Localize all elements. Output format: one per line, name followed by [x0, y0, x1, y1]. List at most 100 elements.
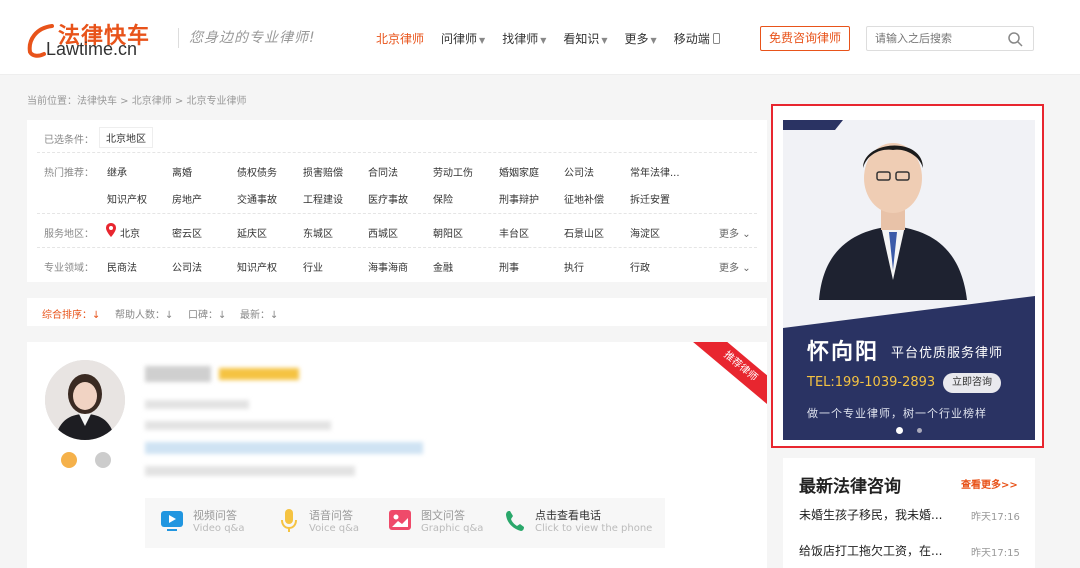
field-option[interactable]: 民商法 — [107, 259, 137, 274]
hot-option[interactable]: 工程建设 — [303, 191, 343, 206]
video-icon — [161, 511, 183, 531]
header: 法律快车 Lawtime.cn 您身边的专业律师! 北京律师 问律师 ▼ 找律师 ▼… — [0, 0, 1080, 75]
selected-tag[interactable]: 北京地区 — [99, 127, 153, 148]
lawyer-ad-banner[interactable]: 怀向阳 平台优质服务律师 TEL:199-1039-2893 立即咨询 做一个专… — [783, 120, 1035, 440]
field-option[interactable]: 海事海商 — [368, 259, 408, 274]
consult-now-button[interactable]: 立即咨询 — [943, 373, 1001, 393]
hot-option[interactable]: 公司法 — [564, 164, 594, 179]
lawyer-stats-blurred — [145, 466, 355, 476]
area-label: 服务地区： — [44, 229, 94, 240]
qa-phone[interactable]: 点击查看电话 Click to view the phone — [503, 507, 663, 541]
hot-option[interactable]: 知识产权 — [107, 191, 147, 206]
nav-item-find-lawyer[interactable]: 找律师 ▼ — [502, 30, 546, 47]
hot-option[interactable]: 医疗事故 — [368, 191, 408, 206]
area-option[interactable]: 东城区 — [303, 225, 333, 240]
latest-consult-title: 最新法律咨询 — [799, 477, 901, 497]
chevron-down-icon: ▼ — [601, 36, 608, 45]
qa-strip: 视频问答 Video q&a 语音问答 Voice q&a 图文问答 Graph… — [145, 498, 665, 548]
consult-item[interactable]: 给饭店打工拖欠工资，在... — [799, 542, 942, 559]
logo-text-en: Lawtime.cn — [46, 39, 138, 59]
banner-slogan: 做一个专业律师，树一个行业榜样 — [807, 407, 987, 420]
qa-video[interactable]: 视频问答 Video q&a — [161, 507, 281, 541]
hot-option[interactable]: 房地产 — [172, 191, 202, 206]
hot-option[interactable]: 债权债务 — [237, 164, 277, 179]
lawyer-card[interactable]: 推荐律师 视频问答 Video q&a 语音问答 Voice q&a 图文问答 … — [27, 342, 767, 568]
hot-option[interactable]: 继承 — [107, 164, 127, 179]
field-label: 专业领域： — [44, 263, 94, 274]
highlighted-banner-frame: 怀向阳 平台优质服务律师 TEL:199-1039-2893 立即咨询 做一个专… — [771, 104, 1044, 448]
chevron-down-icon: ⌄ — [742, 263, 751, 274]
location-pin-icon — [106, 223, 116, 237]
field-option[interactable]: 知识产权 — [237, 259, 277, 274]
banner-lawyer-role: 平台优质服务律师 — [891, 346, 1004, 361]
hot-option[interactable]: 合同法 — [368, 164, 398, 179]
chevron-down-icon: ▼ — [540, 36, 547, 45]
filter-selected-row: 已选条件： 北京地区 — [27, 120, 767, 150]
hot-option[interactable]: 婚姻家庭 — [499, 164, 539, 179]
hot-label: 热门推荐： — [44, 168, 94, 179]
field-option[interactable]: 行业 — [303, 259, 323, 274]
nav-item-ask-lawyer[interactable]: 问律师 ▼ — [441, 30, 485, 47]
qa-graphic[interactable]: 图文问答 Graphic q&a — [389, 507, 509, 541]
nav-item-more[interactable]: 更多 ▼ — [625, 30, 657, 47]
carousel-dot-active[interactable] — [896, 427, 903, 434]
area-option[interactable]: 丰台区 — [499, 225, 529, 240]
chevron-down-icon: ▼ — [479, 36, 486, 45]
qa-voice[interactable]: 语音问答 Voice q&a — [277, 507, 397, 541]
nav-item-knowledge[interactable]: 看知识 ▼ — [563, 30, 607, 47]
filter-panel: 已选条件： 北京地区 热门推荐： 继承 离婚 债权债务 损害赔偿 合同法 劳动工… — [27, 120, 767, 282]
area-option[interactable]: 延庆区 — [237, 225, 267, 240]
hot-option[interactable]: 离婚 — [172, 164, 192, 179]
chevron-down-icon: ▼ — [650, 36, 657, 45]
hot-option[interactable]: 保险 — [433, 191, 453, 206]
field-more-toggle[interactable]: 更多 ⌄ — [719, 259, 751, 274]
search-box — [866, 26, 1034, 51]
field-option[interactable]: 公司法 — [172, 259, 202, 274]
selected-label: 已选条件： — [44, 135, 94, 146]
slogan: 您身边的专业律师! — [178, 28, 316, 48]
area-option[interactable]: 石景山区 — [564, 225, 604, 240]
recommended-ribbon: 推荐律师 — [690, 342, 767, 411]
field-option[interactable]: 刑事 — [499, 259, 519, 274]
sort-bar: 综合排序：↓ 帮助人数：↓ 口碑：↓ 最新：↓ — [27, 298, 767, 326]
area-option[interactable]: 海淀区 — [630, 225, 660, 240]
consult-time: 昨天17:15 — [971, 548, 1020, 559]
area-option-selected[interactable]: 北京 — [120, 225, 140, 240]
logo[interactable]: 法律快车 Lawtime.cn — [26, 18, 166, 59]
lawyer-name-blurred — [145, 366, 211, 382]
hot-option[interactable]: 征地补偿 — [564, 191, 604, 206]
hot-option[interactable]: 常年法律... — [630, 164, 680, 179]
field-option[interactable]: 执行 — [564, 259, 584, 274]
field-option[interactable]: 行政 — [630, 259, 650, 274]
hot-option[interactable]: 刑事辩护 — [499, 191, 539, 206]
area-more-toggle[interactable]: 更多 ⌄ — [719, 225, 751, 240]
nav-item-mobile[interactable]: 移动端 — [674, 30, 720, 47]
area-option[interactable]: 西城区 — [368, 225, 398, 240]
search-icon[interactable] — [1007, 31, 1023, 47]
free-consult-button[interactable]: 免费咨询律师 — [760, 26, 850, 51]
lawyer-info-blurred — [145, 400, 249, 409]
divider — [37, 247, 757, 248]
sort-helped[interactable]: 帮助人数：↓ — [115, 306, 173, 321]
certified-badge-icon — [61, 452, 77, 468]
hot-option[interactable]: 交通事故 — [237, 191, 277, 206]
hot-option[interactable]: 拆迁安置 — [630, 191, 670, 206]
carousel-dot[interactable] — [917, 428, 922, 433]
sort-newest[interactable]: 最新：↓ — [240, 306, 278, 321]
arrow-down-icon: ↓ — [218, 310, 227, 321]
sort-overall[interactable]: 综合排序：↓ — [42, 306, 100, 321]
arrow-down-icon: ↓ — [165, 310, 174, 321]
area-option[interactable]: 密云区 — [172, 225, 202, 240]
consult-item[interactable]: 未婚生孩子移民，我未婚... — [799, 506, 942, 523]
sort-reputation[interactable]: 口碑：↓ — [188, 306, 226, 321]
avatar[interactable] — [45, 360, 125, 440]
view-more-link[interactable]: 查看更多>> — [961, 476, 1018, 491]
mic-icon — [281, 509, 297, 532]
hot-option[interactable]: 损害赔偿 — [303, 164, 343, 179]
hot-option[interactable]: 劳动工伤 — [433, 164, 473, 179]
mobile-phone-icon — [712, 33, 720, 44]
search-input[interactable] — [867, 27, 997, 50]
field-option[interactable]: 金融 — [433, 259, 453, 274]
nav-item-beijing-lawyer[interactable]: 北京律师 — [376, 30, 424, 47]
area-option[interactable]: 朝阳区 — [433, 225, 463, 240]
